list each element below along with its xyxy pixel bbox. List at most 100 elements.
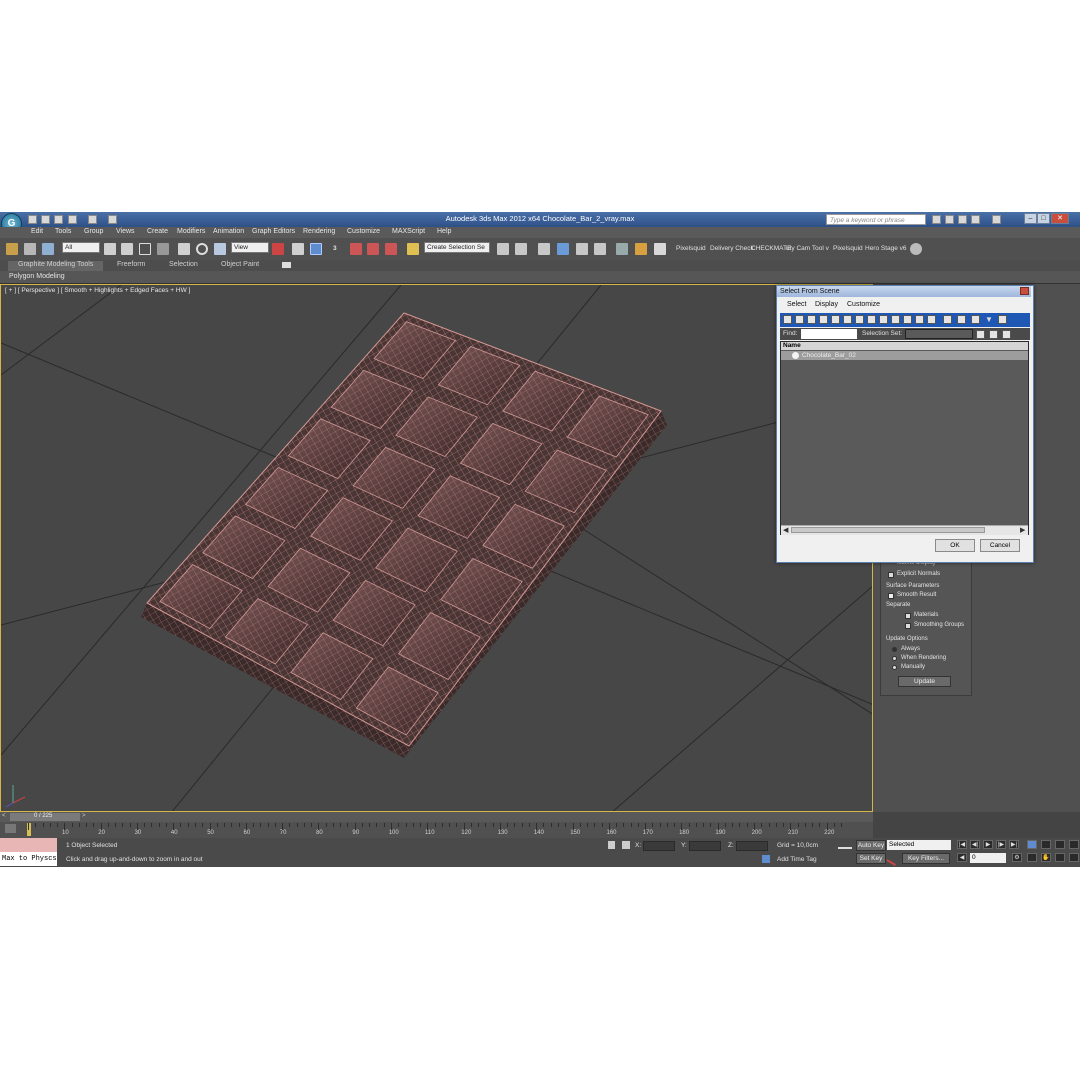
- zoom-extents-icon[interactable]: [1055, 840, 1065, 849]
- key-mode-dropdown[interactable]: Selected: [887, 840, 951, 850]
- edit-selection-set-icon[interactable]: [989, 330, 998, 339]
- polygon-modeling-panel[interactable]: Polygon Modeling: [9, 273, 65, 280]
- horizontal-scrollbar[interactable]: ◀ ▶: [781, 525, 1028, 535]
- tab-selection[interactable]: Selection: [169, 261, 198, 271]
- pivot-center-icon[interactable]: [272, 243, 284, 255]
- menu-maxscript[interactable]: MAXScript: [392, 228, 425, 235]
- ok-button[interactable]: OK: [935, 539, 975, 552]
- menu-group[interactable]: Group: [84, 228, 103, 235]
- dialog-close-button[interactable]: [1020, 287, 1029, 295]
- select-manipulate-icon[interactable]: [292, 243, 304, 255]
- find-case-sensitive-icon[interactable]: [998, 315, 1007, 324]
- edit-named-selection-icon[interactable]: [407, 243, 419, 255]
- mini-curve-editor-icon[interactable]: [5, 824, 16, 833]
- community-icon[interactable]: [945, 215, 954, 224]
- orbit-icon[interactable]: [1055, 853, 1065, 862]
- when-rendering-radio[interactable]: [892, 656, 897, 661]
- script-button-pixelsquid[interactable]: Pixelsquid: [676, 245, 706, 252]
- zoom-icon[interactable]: [1027, 840, 1037, 849]
- cancel-button[interactable]: Cancel: [980, 539, 1020, 552]
- tab-graphite-modeling-tools[interactable]: Graphite Modeling Tools: [8, 261, 104, 271]
- minimize-button[interactable]: –: [1024, 213, 1037, 224]
- script-button-hero-stage[interactable]: Hero Stage v6: [865, 245, 907, 252]
- viewport-label[interactable]: [ + ] [ Perspective ] [ Smooth + Highlig…: [5, 287, 190, 294]
- ribbon-options-icon[interactable]: [282, 262, 291, 268]
- key-filters-button[interactable]: Key Filters...: [902, 853, 950, 864]
- menu-edit[interactable]: Edit: [31, 228, 43, 235]
- binoculars-icon[interactable]: [932, 215, 941, 224]
- layer-manager-icon[interactable]: [538, 243, 550, 255]
- display-space-warps-icon[interactable]: [843, 315, 852, 324]
- next-frame-icon[interactable]: |▶: [996, 840, 1006, 849]
- display-containers-icon[interactable]: [891, 315, 900, 324]
- spinner-snap-icon[interactable]: [385, 243, 397, 255]
- window-crossing-icon[interactable]: [157, 243, 169, 255]
- add-time-tag-button[interactable]: Add Time Tag: [777, 856, 817, 863]
- graphite-toggle-icon[interactable]: [557, 243, 569, 255]
- z-coordinate-field[interactable]: [736, 841, 768, 851]
- go-to-end-icon[interactable]: ▶|: [1009, 840, 1019, 849]
- play-icon[interactable]: ▶: [983, 840, 993, 849]
- dialog-menu-display[interactable]: Display: [815, 301, 838, 308]
- teapot-icon[interactable]: [910, 243, 922, 255]
- display-all-icon[interactable]: [903, 315, 912, 324]
- display-geometry-icon[interactable]: [783, 315, 792, 324]
- tab-freeform[interactable]: Freeform: [117, 261, 145, 271]
- zoom-extents-all-icon[interactable]: [1069, 840, 1079, 849]
- display-cameras-icon[interactable]: [819, 315, 828, 324]
- list-item[interactable]: Chocolate_Bar_02: [781, 351, 1028, 360]
- column-header-name[interactable]: Name: [781, 342, 1028, 350]
- select-move-icon[interactable]: [178, 243, 190, 255]
- display-helpers-icon[interactable]: [831, 315, 840, 324]
- auto-key-button[interactable]: Auto Key: [856, 840, 886, 851]
- go-to-start-icon[interactable]: |◀: [957, 840, 967, 849]
- keyboard-shortcut-override-icon[interactable]: [310, 243, 322, 255]
- maximize-button[interactable]: □: [1037, 213, 1050, 224]
- display-shapes-icon[interactable]: [795, 315, 804, 324]
- align-icon[interactable]: [515, 243, 527, 255]
- y-coordinate-field[interactable]: [689, 841, 721, 851]
- select-rotate-icon[interactable]: [196, 243, 208, 255]
- menu-help[interactable]: Help: [437, 228, 451, 235]
- time-tag-icon[interactable]: [762, 855, 770, 863]
- set-key-icon[interactable]: [886, 853, 900, 866]
- delete-selection-set-icon[interactable]: [1002, 330, 1011, 339]
- menu-graph-editors[interactable]: Graph Editors: [252, 228, 295, 235]
- track-bar[interactable]: 10 20 30 40 50 60 70 80 90 100 110 120 130 140 150 160 1…: [0, 822, 873, 838]
- menu-customize[interactable]: Customize: [347, 228, 380, 235]
- script-button-beauty-cam[interactable]: uty Cam Tool v: [786, 245, 829, 252]
- current-frame-field[interactable]: 0: [970, 853, 1006, 863]
- smoothing-groups-checkbox[interactable]: [905, 623, 911, 629]
- smooth-result-checkbox[interactable]: [888, 593, 894, 599]
- link-icon[interactable]: [6, 243, 18, 255]
- zoom-all-icon[interactable]: [1041, 840, 1051, 849]
- maximize-viewport-icon[interactable]: [1069, 853, 1079, 862]
- pan-view-icon[interactable]: ✋: [1041, 853, 1051, 862]
- snaps-toggle-icon[interactable]: 3: [333, 245, 337, 252]
- select-invert-icon[interactable]: [971, 315, 980, 324]
- angle-snap-icon[interactable]: [350, 243, 362, 255]
- select-scale-icon[interactable]: [214, 243, 226, 255]
- script-button-delivery-check[interactable]: Delivery Check: [710, 245, 754, 252]
- dialog-menu-customize[interactable]: Customize: [847, 301, 880, 308]
- tab-object-paint[interactable]: Object Paint: [221, 261, 259, 271]
- menu-create[interactable]: Create: [147, 228, 168, 235]
- unlink-icon[interactable]: [24, 243, 36, 255]
- display-bones-icon[interactable]: [879, 315, 888, 324]
- maxscript-listener-input[interactable]: Max to Physcs: [0, 852, 57, 866]
- schematic-view-icon[interactable]: [594, 243, 606, 255]
- close-button[interactable]: ✕: [1051, 213, 1069, 224]
- scrollbar-thumb[interactable]: [791, 527, 985, 533]
- time-prev-icon[interactable]: <: [2, 813, 6, 819]
- rectangle-selection-icon[interactable]: [139, 243, 151, 255]
- percent-snap-icon[interactable]: [367, 243, 379, 255]
- maxscript-listener-pink[interactable]: [0, 838, 57, 852]
- key-mode-toggle-icon[interactable]: ◀: [957, 853, 967, 862]
- display-groups-icon[interactable]: [855, 315, 864, 324]
- menu-views[interactable]: Views: [116, 228, 135, 235]
- bind-space-warp-icon[interactable]: [42, 243, 54, 255]
- perspective-viewport[interactable]: [ + ] [ Perspective ] [ Smooth + Highlig…: [0, 284, 873, 812]
- manually-radio[interactable]: [892, 665, 897, 670]
- display-none-icon[interactable]: [915, 315, 924, 324]
- lock-selection-icon[interactable]: [608, 841, 615, 849]
